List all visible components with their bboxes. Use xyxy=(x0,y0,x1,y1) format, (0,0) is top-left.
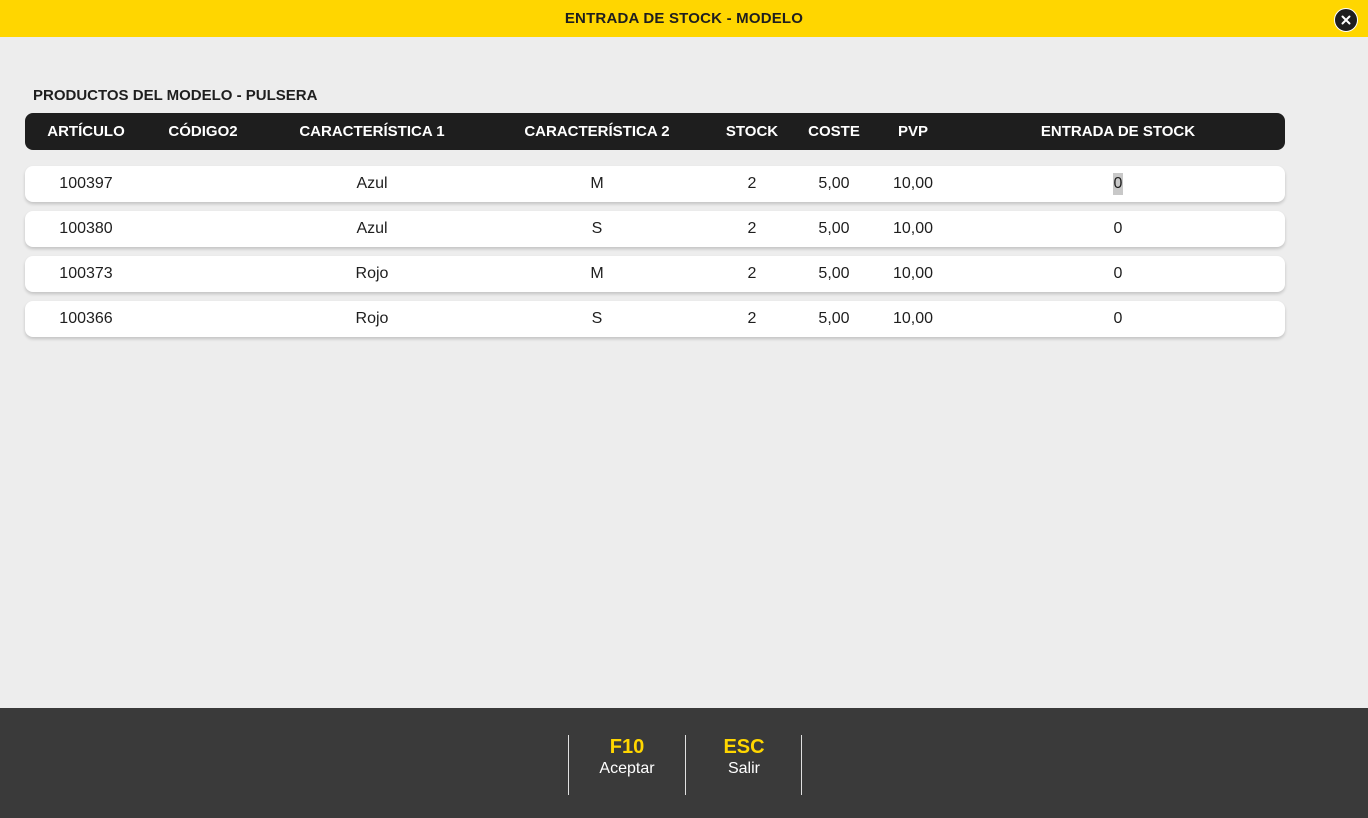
accept-label: Aceptar xyxy=(599,760,655,777)
stock-entry-input[interactable]: 0 xyxy=(1028,256,1208,292)
header-stock[interactable]: STOCK xyxy=(722,113,782,150)
footer-bar: F10 Aceptar ESC Salir xyxy=(0,708,1368,818)
cell-caracteristica-2: M xyxy=(590,175,604,192)
exit-button[interactable]: ESC Salir xyxy=(686,735,802,795)
cell-caracteristica-2: S xyxy=(591,310,603,327)
cell-articulo: 100373 xyxy=(59,265,113,282)
cell-caracteristica-2: M xyxy=(590,265,604,282)
header-codigo2[interactable]: CÓDIGO2 xyxy=(163,113,243,150)
cell-codigo2 xyxy=(163,211,243,247)
cell-articulo: 100397 xyxy=(59,175,113,192)
cell-codigo2 xyxy=(163,166,243,202)
stock-entry-input[interactable]: 0 xyxy=(1028,211,1208,247)
cell-pvp: 10,00 xyxy=(892,265,934,282)
table-row[interactable]: 100397 Azul M 2 5,00 10,00 0 xyxy=(25,166,1285,202)
header-entrada-de-stock[interactable]: ENTRADA DE STOCK xyxy=(1028,113,1208,150)
stock-entry-input[interactable]: 0 xyxy=(1028,166,1208,202)
close-icon xyxy=(1341,15,1351,25)
stock-entry-value[interactable]: 0 xyxy=(1113,218,1124,240)
cell-caracteristica-1: Azul xyxy=(356,175,388,192)
header-caracteristica-1[interactable]: CARACTERÍSTICA 1 xyxy=(295,113,449,150)
cell-caracteristica-1: Rojo xyxy=(355,310,389,327)
header-articulo[interactable]: ARTÍCULO xyxy=(46,113,126,150)
stock-entry-value[interactable]: 0 xyxy=(1113,263,1124,285)
cell-stock: 2 xyxy=(747,265,757,282)
cell-articulo: 100366 xyxy=(59,310,113,327)
cell-coste: 5,00 xyxy=(818,310,850,327)
accept-button[interactable]: F10 Aceptar xyxy=(569,735,685,795)
table-row[interactable]: 100373 Rojo M 2 5,00 10,00 0 xyxy=(25,256,1285,292)
section-title: PRODUCTOS DEL MODELO - PULSERA xyxy=(33,87,318,104)
stock-entry-value[interactable]: 0 xyxy=(1113,308,1124,330)
cell-caracteristica-2: S xyxy=(591,220,603,237)
stock-entry-value[interactable]: 0 xyxy=(1112,173,1124,195)
header-caracteristica-2[interactable]: CARACTERÍSTICA 2 xyxy=(520,113,674,150)
cell-pvp: 10,00 xyxy=(892,220,934,237)
cell-codigo2 xyxy=(163,256,243,292)
footer-divider xyxy=(801,735,802,795)
cell-caracteristica-1: Rojo xyxy=(355,265,389,282)
cell-stock: 2 xyxy=(747,310,757,327)
cell-codigo2 xyxy=(163,301,243,337)
accept-shortcut-key: F10 xyxy=(609,736,645,758)
cell-coste: 5,00 xyxy=(818,220,850,237)
table-row[interactable]: 100366 Rojo S 2 5,00 10,00 0 xyxy=(25,301,1285,337)
exit-label: Salir xyxy=(727,760,760,777)
cell-coste: 5,00 xyxy=(818,265,850,282)
cell-stock: 2 xyxy=(747,175,757,192)
cell-stock: 2 xyxy=(747,220,757,237)
cell-coste: 5,00 xyxy=(818,175,850,192)
stock-entry-input[interactable]: 0 xyxy=(1028,301,1208,337)
header-pvp[interactable]: PVP xyxy=(883,113,943,150)
table-row[interactable]: 100380 Azul S 2 5,00 10,00 0 xyxy=(25,211,1285,247)
cell-articulo: 100380 xyxy=(59,220,113,237)
exit-shortcut-key: ESC xyxy=(723,736,765,758)
header-coste[interactable]: COSTE xyxy=(804,113,864,150)
cell-caracteristica-1: Azul xyxy=(356,220,388,237)
table-header: ARTÍCULO CÓDIGO2 CARACTERÍSTICA 1 CARACT… xyxy=(25,113,1285,150)
cell-pvp: 10,00 xyxy=(892,175,934,192)
window-title: ENTRADA DE STOCK - MODELO xyxy=(564,10,804,27)
title-bar: ENTRADA DE STOCK - MODELO xyxy=(0,0,1368,37)
close-button[interactable] xyxy=(1334,8,1358,32)
cell-pvp: 10,00 xyxy=(892,310,934,327)
